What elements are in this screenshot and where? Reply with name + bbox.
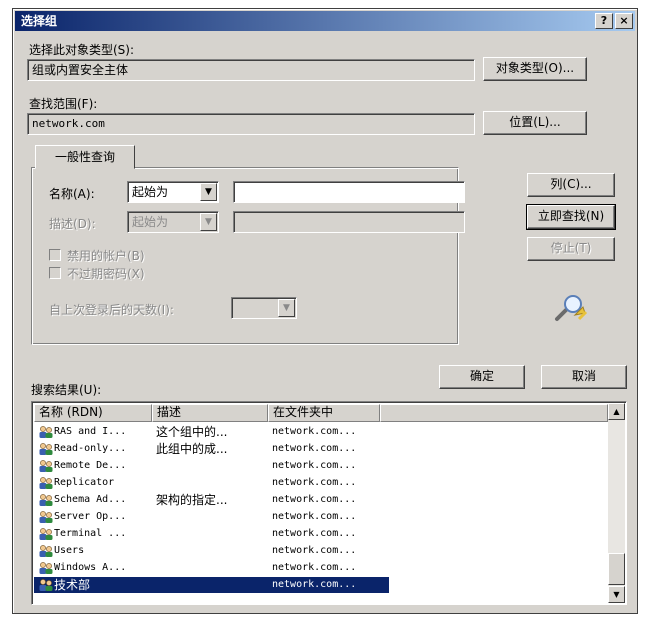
object-type-field: 组或内置安全主体 [27,59,475,81]
close-button[interactable]: × [615,13,633,29]
column-header-name[interactable]: 名称 (RDN) [34,404,152,422]
cell-name: RAS and I... [54,426,127,437]
table-row[interactable]: Windows A... network.com... [34,560,389,576]
cell-name: Server Op... [54,511,127,522]
location-label: 查找范围(F): [29,97,98,111]
group-icon [38,561,54,575]
cell-name: Remote De... [54,460,127,471]
table-row[interactable]: Server Op... network.com... [34,509,389,525]
stop-button[interactable]: 停止(T) [527,237,615,261]
table-row[interactable]: Schema Ad... 架构的指定... network.com... [34,492,389,508]
chevron-down-icon[interactable]: ▼ [200,183,217,201]
object-types-button[interactable]: 对象类型(O)... [483,57,587,81]
find-now-button[interactable]: 立即查找(N) [526,204,616,230]
group-icon [38,510,54,524]
disabled-accounts-label: 禁用的帐户(B) [67,249,145,263]
ok-button[interactable]: 确定 [439,365,525,389]
days-since-logon-label: 自上次登录后的天数(I): [49,303,174,317]
table-row[interactable]: Read-only... 此组中的成... network.com... [34,441,389,457]
search-results-label: 搜索结果(U): [31,383,102,397]
table-row[interactable]: 技术部 network.com... [34,577,389,593]
cell-folder: network.com... [272,477,357,488]
cell-folder: network.com... [272,460,357,471]
description-operator-select[interactable]: 起始为 ▼ [127,211,219,233]
columns-button[interactable]: 列(C)... [527,173,615,197]
non-expiring-password-label: 不过期密码(X) [67,267,145,281]
cell-name: Replicator [54,477,115,488]
cell-folder: network.com... [272,562,357,573]
cell-folder: network.com... [272,545,357,556]
cell-name: 技术部 [54,578,91,592]
cell-folder: network.com... [272,494,357,505]
table-row[interactable]: Terminal ... network.com... [34,526,389,542]
cell-description [156,543,268,559]
description-label: 描述(D): [49,217,96,231]
cell-description [156,526,268,542]
table-row[interactable]: Remote De... network.com... [34,458,389,474]
cell-description: 此组中的成... [156,442,228,456]
name-operator-value: 起始为 [132,185,169,199]
description-operator-value: 起始为 [132,215,169,229]
group-icon [38,425,54,439]
disabled-accounts-checkbox[interactable] [49,249,61,261]
group-icon [38,442,54,456]
name-input[interactable] [233,181,465,203]
table-row[interactable]: Replicator network.com... [34,475,389,491]
cell-name: Read-only... [54,443,127,454]
object-type-label: 选择此对象类型(S): [29,43,135,57]
tab-common-queries[interactable]: 一般性查询 [35,145,135,169]
group-icon [38,527,54,541]
cancel-button[interactable]: 取消 [541,365,627,389]
column-header-filler [380,404,608,422]
table-row[interactable]: RAS and I... 这个组中的... network.com... [34,424,389,440]
cell-folder: network.com... [272,443,357,454]
cell-description: 这个组中的... [156,425,228,439]
group-icon [38,476,54,490]
search-results-list[interactable]: 名称 (RDN) 描述 在文件夹中 RAS and I... 这个组中的... ne… [31,401,627,605]
cell-description [156,560,268,576]
cell-description: 架构的指定... [156,493,228,507]
window-title: 选择组 [21,14,58,28]
non-expiring-password-checkbox[interactable] [49,267,61,279]
cell-description [156,509,268,525]
cell-folder: network.com... [272,511,357,522]
cell-description [156,458,268,474]
cell-folder: network.com... [272,426,357,437]
scroll-down-button[interactable]: ▼ [608,586,625,603]
scroll-up-button[interactable]: ▲ [608,403,625,420]
cell-name: Schema Ad... [54,494,127,505]
group-icon [38,459,54,473]
select-group-dialog: 选择组 ? × 选择此对象类型(S): 组或内置安全主体 对象类型(O)... … [12,8,638,614]
description-input[interactable] [233,211,465,233]
locations-button[interactable]: 位置(L)... [483,111,587,135]
chevron-down-icon[interactable]: ▼ [278,299,295,317]
chevron-down-icon[interactable]: ▼ [200,213,217,231]
cell-folder: network.com... [272,528,357,539]
cell-name: Terminal ... [54,528,127,539]
cell-description [156,577,268,593]
group-icon [38,493,54,507]
cell-folder: network.com... [272,579,357,590]
title-bar[interactable]: 选择组 ? × [15,11,635,31]
scroll-thumb[interactable] [608,553,625,585]
cell-description [156,475,268,491]
search-animation-icon [549,289,589,329]
cell-name: Users [54,545,85,556]
help-button[interactable]: ? [595,13,613,29]
days-since-logon-select[interactable]: ▼ [231,297,297,319]
table-row[interactable]: Users network.com... [34,543,389,559]
location-field: network.com [27,113,475,135]
results-scrollbar[interactable]: ▲ ▼ [608,403,625,603]
column-header-description[interactable]: 描述 [152,404,268,422]
name-label: 名称(A): [49,187,95,201]
column-header-folder[interactable]: 在文件夹中 [268,404,380,422]
name-operator-select[interactable]: 起始为 ▼ [127,181,219,203]
group-icon [38,544,54,558]
cell-name: Windows A... [54,562,127,573]
group-icon [38,578,54,592]
